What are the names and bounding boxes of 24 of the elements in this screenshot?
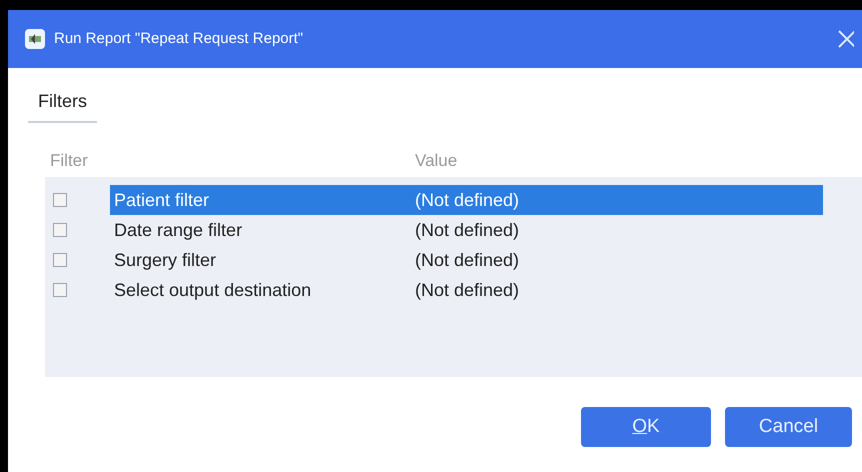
filter-value: (Not defined): [415, 188, 520, 212]
filter-value: (Not defined): [415, 278, 520, 302]
checkbox[interactable]: [53, 253, 67, 267]
checkbox[interactable]: [53, 283, 67, 297]
cancel-button[interactable]: Cancel: [725, 407, 852, 447]
app-icon: [24, 28, 46, 50]
ok-button[interactable]: OK: [581, 407, 711, 447]
column-header: Filter: [50, 150, 89, 172]
filter-value: (Not defined): [415, 248, 520, 272]
checkbox[interactable]: [53, 193, 67, 207]
filter-name: Date range filter: [113, 218, 244, 242]
filter-name: Surgery filter: [113, 248, 218, 272]
filter-row[interactable]: Date range filter (Not defined): [110, 215, 823, 245]
filters-tab[interactable]: Filters: [28, 88, 97, 123]
filter-row[interactable]: Surgery filter (Not defined): [110, 245, 823, 275]
column-header: Value: [415, 150, 458, 172]
filter-value: (Not defined): [415, 218, 520, 242]
filter-row[interactable]: Select output destination (Not defined): [110, 275, 823, 305]
close-icon[interactable]: [838, 30, 854, 48]
filter-row[interactable]: Patient filter (Not defined): [110, 185, 823, 215]
window-title: Run Report "Repeat Request Report": [54, 28, 304, 49]
checkbox[interactable]: [53, 223, 67, 237]
filter-name: Patient filter: [113, 188, 210, 212]
filter-name: Select output destination: [113, 278, 312, 302]
